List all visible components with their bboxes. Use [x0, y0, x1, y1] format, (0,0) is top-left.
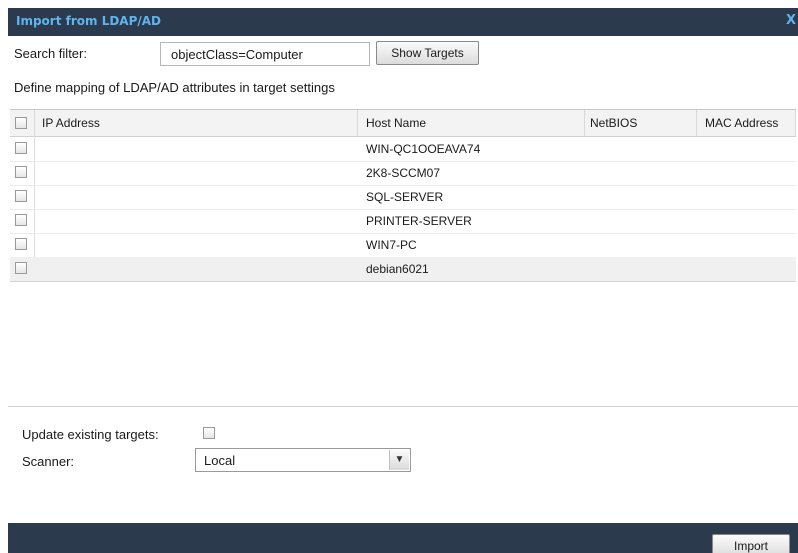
- grid-header: IP Address Host Name NetBIOS MAC Address: [10, 110, 796, 137]
- search-filter-label: Search filter:: [14, 46, 87, 61]
- table-row[interactable]: PRINTER-SERVER: [10, 209, 796, 234]
- table-row[interactable]: WIN-QC1OOEAVA74: [10, 137, 796, 162]
- targets-grid: IP Address Host Name NetBIOS MAC Address…: [10, 109, 796, 407]
- scanner-label: Scanner:: [22, 454, 75, 469]
- column-header-host-name[interactable]: Host Name: [366, 116, 426, 130]
- column-header-mac-address[interactable]: MAC Address: [705, 116, 778, 130]
- update-existing-label: Update existing targets:: [22, 427, 159, 442]
- chevron-down-icon[interactable]: ▼: [389, 450, 409, 470]
- scanner-select[interactable]: Local ▼: [195, 448, 411, 472]
- search-filter-input[interactable]: objectClass=Computer: [160, 42, 370, 66]
- mapping-hint: Define mapping of LDAP/AD attributes in …: [14, 80, 335, 95]
- host-name-cell: PRINTER-SERVER: [366, 214, 472, 228]
- column-header-netbios[interactable]: NetBIOS: [590, 116, 637, 130]
- row-checkbox[interactable]: [15, 238, 27, 250]
- host-name-cell: SQL-SERVER: [366, 190, 444, 204]
- close-icon[interactable]: X: [786, 13, 796, 28]
- row-checkbox[interactable]: [15, 190, 27, 202]
- dialog-titlebar: Import from LDAP/AD X: [8, 8, 798, 36]
- table-row[interactable]: 2K8-SCCM07: [10, 161, 796, 186]
- select-all-checkbox[interactable]: [15, 117, 27, 129]
- section-divider: [8, 406, 798, 407]
- row-checkbox[interactable]: [15, 214, 27, 226]
- scanner-select-value: Local: [204, 453, 236, 468]
- update-existing-checkbox[interactable]: [203, 427, 215, 439]
- host-name-cell: 2K8-SCCM07: [366, 166, 441, 180]
- dialog-title: Import from LDAP/AD: [16, 14, 162, 28]
- show-targets-button[interactable]: Show Targets: [376, 41, 479, 65]
- row-checkbox[interactable]: [15, 166, 27, 178]
- column-header-ip-address[interactable]: IP Address: [42, 116, 100, 130]
- import-ldap-dialog: Import from LDAP/AD X Search filter: obj…: [8, 8, 798, 553]
- row-checkbox[interactable]: [15, 262, 27, 274]
- table-row[interactable]: debian6021: [10, 257, 796, 282]
- host-name-cell: WIN7-PC: [366, 238, 417, 252]
- table-row[interactable]: WIN7-PC: [10, 233, 796, 258]
- host-name-cell: WIN-QC1OOEAVA74: [366, 142, 481, 156]
- row-checkbox[interactable]: [15, 142, 27, 154]
- import-button[interactable]: Import: [712, 534, 790, 553]
- host-name-cell: debian6021: [366, 262, 429, 276]
- dialog-footer: Import: [8, 523, 798, 553]
- table-row[interactable]: SQL-SERVER: [10, 185, 796, 210]
